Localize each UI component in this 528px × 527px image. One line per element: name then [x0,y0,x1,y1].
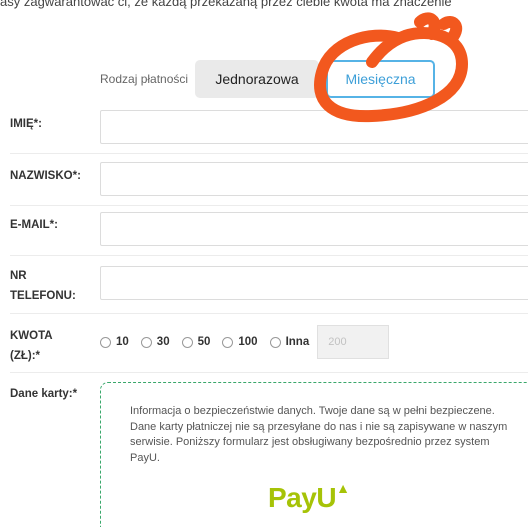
other-amount-input[interactable]: 200 [317,325,390,359]
monthly-button[interactable]: Miesięczna [326,60,435,98]
amount-value: 30 [156,336,170,348]
amount-label-line1: KWOTA [10,330,53,342]
payu-logo: PayU▲ [268,480,350,513]
divider [10,205,528,206]
phone-label-line1: NR [10,270,27,282]
surname-input[interactable] [100,162,528,196]
amount-value: Inna [285,336,310,348]
one-time-button[interactable]: Jednorazowa [195,60,319,98]
payment-type-label: Rodzaj płatności [100,72,189,86]
phone-input[interactable] [100,266,528,300]
divider [10,372,528,373]
amount-value: 10 [116,336,129,348]
amount-option-30[interactable]: 30 [140,336,170,348]
radio-icon[interactable] [181,336,193,348]
amount-option-50[interactable]: 50 [181,336,211,348]
divider [10,313,528,314]
first-name-label: IMIĘ*: [10,118,42,130]
phone-label-line2: TELEFONU: [10,290,76,302]
amount-option-100[interactable]: 100 [222,336,258,348]
card-security-info: Informacja o bezpieczeństwie danych. Two… [130,405,508,464]
divider [10,153,528,154]
phone-label: NR TELEFONU: [10,266,76,306]
amount-label-line2: (ZŁ):* [10,350,41,362]
intro-text: asy zagwarantować ci, że każdą przekazan… [0,0,452,9]
amount-label: KWOTA (ZŁ):* [10,326,53,366]
email-label: E-MAIL*: [10,219,58,231]
first-name-input[interactable] [100,110,528,144]
radio-icon[interactable] [140,336,152,348]
email-input[interactable] [100,212,528,246]
divider [10,255,528,256]
radio-icon[interactable] [100,336,111,348]
amount-value: 100 [238,336,258,348]
amount-value: 50 [197,336,211,348]
card-label: Dane karty:* [10,388,78,400]
radio-icon[interactable] [269,336,281,348]
amount-option-10[interactable]: 10 [100,336,129,348]
amount-options: 10 30 50 100 Inna 200 [100,325,390,359]
surname-label: NAZWISKO*: [10,170,81,182]
radio-icon[interactable] [222,336,234,348]
amount-option-other[interactable]: Inna [269,336,310,348]
